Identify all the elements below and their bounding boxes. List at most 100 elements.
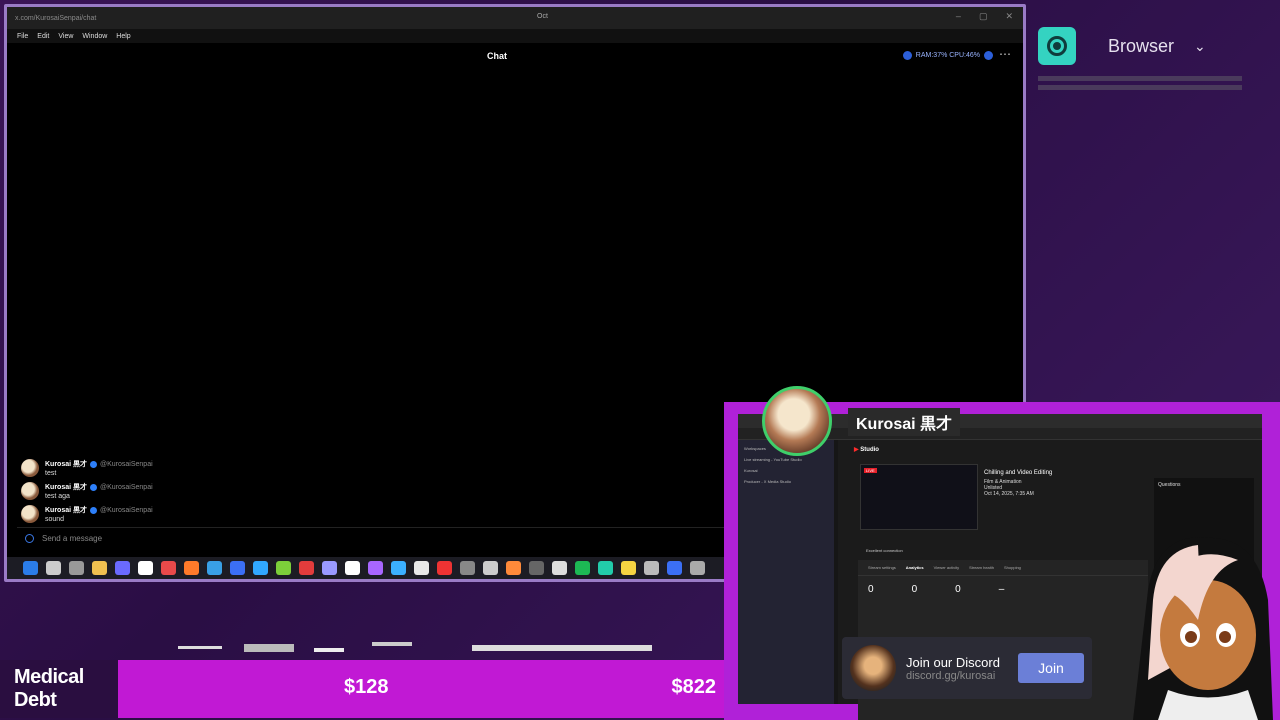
taskbar-app-icon[interactable] xyxy=(552,561,567,575)
menu-file[interactable]: File xyxy=(17,33,28,40)
stream-preview[interactable]: LIVE xyxy=(860,464,978,530)
sidebar-item-producer[interactable]: Producer - X Media Studio xyxy=(744,479,828,484)
connection-status: Excellent connection xyxy=(866,548,903,553)
questions-label: Questions xyxy=(1158,482,1181,488)
message-text: sound xyxy=(45,516,65,523)
mic-icon xyxy=(902,51,912,60)
streamer-name-tag: Kurosai 黒才 xyxy=(848,408,961,436)
stream-info: Chilling and Video Editing Film & Animat… xyxy=(984,470,1052,497)
goal-progress-bar: $128 $822 xyxy=(118,660,724,718)
live-badge: LIVE xyxy=(864,468,877,473)
sidebar-item-kurosai[interactable]: Kurosai xyxy=(744,468,828,473)
join-button[interactable]: Join xyxy=(1018,653,1084,683)
chevron-down-icon[interactable]: ⌄ xyxy=(1194,38,1206,55)
menu-help[interactable]: Help xyxy=(116,33,130,40)
verified-icon xyxy=(90,460,98,468)
browser-label: Browser xyxy=(1108,35,1175,56)
taskbar-app-icon[interactable] xyxy=(115,561,130,575)
taskbar-app-icon[interactable] xyxy=(69,561,84,575)
taskbar-app-icon[interactable] xyxy=(460,561,475,575)
glitch-artifact xyxy=(178,642,652,652)
taskbar-app-icon[interactable] xyxy=(23,561,38,575)
taskbar-app-icon[interactable] xyxy=(437,561,452,575)
studio-sidebar: Workspaces Live streaming - YouTube Stud… xyxy=(738,440,834,704)
chat-title: Chat xyxy=(487,51,507,61)
verified-icon xyxy=(90,483,98,491)
vtuber-model xyxy=(1133,537,1273,720)
goal-target: $822 xyxy=(671,676,717,698)
taskbar-app-icon[interactable] xyxy=(92,561,107,575)
window-titlebar: x.com/KurosaiSenpai/chat Oct – ▢ ✕ xyxy=(7,7,1023,29)
taskbar-app-icon[interactable] xyxy=(414,561,429,575)
message-input[interactable] xyxy=(42,534,342,543)
taskbar-app-icon[interactable] xyxy=(322,561,337,575)
taskbar-app-icon[interactable] xyxy=(667,561,682,575)
taskbar-app-icon[interactable] xyxy=(483,561,498,575)
dock-placeholder-lines xyxy=(1038,76,1242,94)
menu-view[interactable]: View xyxy=(58,33,73,40)
avatar[interactable] xyxy=(21,482,39,500)
taskbar-app-icon[interactable] xyxy=(46,561,61,575)
metric-value: 0 xyxy=(868,584,874,595)
list-item: Kurosai 黒才 @KurosaiSenpai sound xyxy=(21,505,321,523)
taskbar-app-icon[interactable] xyxy=(299,561,314,575)
list-item: Kurosai 黒才 @KurosaiSenpai test xyxy=(21,459,321,477)
taskbar-app-icon[interactable] xyxy=(161,561,176,575)
tab-analytics[interactable]: Analytics xyxy=(906,565,924,570)
taskbar-app-icon[interactable] xyxy=(345,561,360,575)
record-icon xyxy=(1038,27,1076,65)
goal-current: $128 xyxy=(344,676,389,698)
tab-shopping[interactable]: Shopping xyxy=(1004,565,1021,570)
message-handle: @KurosaiSenpai xyxy=(100,460,153,468)
arrow-icon xyxy=(984,51,993,60)
message-author[interactable]: Kurosai 黒才 xyxy=(45,505,87,515)
tab-stream-settings[interactable]: Stream settings xyxy=(868,565,896,570)
discord-title: Join our Discord xyxy=(906,654,1000,670)
maximize-button[interactable]: ▢ xyxy=(979,11,988,22)
taskbar-app-icon[interactable] xyxy=(138,561,153,575)
taskbar-app-icon[interactable] xyxy=(368,561,383,575)
streamer-avatar xyxy=(762,386,832,456)
minimize-button[interactable]: – xyxy=(956,11,961,22)
message-author[interactable]: Kurosai 黒才 xyxy=(45,482,87,492)
sidebar-item-live-streaming[interactable]: Live streaming - YouTube Studio xyxy=(744,457,828,462)
taskbar-app-icon[interactable] xyxy=(598,561,613,575)
message-text: test aga xyxy=(45,493,70,500)
browser-source-selector[interactable]: Browser ⌄ xyxy=(1038,26,1248,66)
avatar[interactable] xyxy=(21,505,39,523)
menu-edit[interactable]: Edit xyxy=(37,33,49,40)
taskbar-app-icon[interactable] xyxy=(207,561,222,575)
emoji-icon[interactable] xyxy=(25,534,34,543)
taskbar-app-icon[interactable] xyxy=(529,561,544,575)
more-options-icon[interactable]: ⋯ xyxy=(999,47,1011,61)
avatar[interactable] xyxy=(21,459,39,477)
window-title: Oct xyxy=(537,13,548,20)
stream-date: Oct 14, 2025, 7:35 AM xyxy=(984,491,1034,497)
metric-value: – xyxy=(998,584,1005,595)
goal-label: Medical Debt xyxy=(0,660,118,718)
taskbar-app-icon[interactable] xyxy=(690,561,705,575)
tab-stream-health[interactable]: Stream health xyxy=(969,565,994,570)
menu-window[interactable]: Window xyxy=(82,33,107,40)
message-author[interactable]: Kurosai 黒才 xyxy=(45,459,87,469)
discord-banner: Join our Discord discord.gg/kurosai Join xyxy=(842,637,1092,699)
message-handle: @KurosaiSenpai xyxy=(100,483,153,491)
taskbar-app-icon[interactable] xyxy=(575,561,590,575)
taskbar-app-icon[interactable] xyxy=(253,561,268,575)
system-monitor[interactable]: RAM:37% CPU:46% xyxy=(902,51,993,60)
tab-viewer-activity[interactable]: Viewer activity xyxy=(934,565,960,570)
taskbar-app-icon[interactable] xyxy=(230,561,245,575)
discord-logo xyxy=(850,645,896,691)
taskbar-app-icon[interactable] xyxy=(184,561,199,575)
taskbar-app-icon[interactable] xyxy=(276,561,291,575)
stream-title: Chilling and Video Editing xyxy=(984,470,1053,476)
taskbar-app-icon[interactable] xyxy=(621,561,636,575)
taskbar-app-icon[interactable] xyxy=(644,561,659,575)
close-button[interactable]: ✕ xyxy=(1005,11,1013,22)
menu-bar: File Edit View Window Help xyxy=(7,29,1023,43)
taskbar-app-icon[interactable] xyxy=(506,561,521,575)
message-composer xyxy=(17,527,725,549)
message-list: Kurosai 黒才 @KurosaiSenpai test Kurosai 黒… xyxy=(21,459,321,528)
taskbar-app-icon[interactable] xyxy=(391,561,406,575)
discord-link[interactable]: discord.gg/kurosai xyxy=(906,670,1000,682)
